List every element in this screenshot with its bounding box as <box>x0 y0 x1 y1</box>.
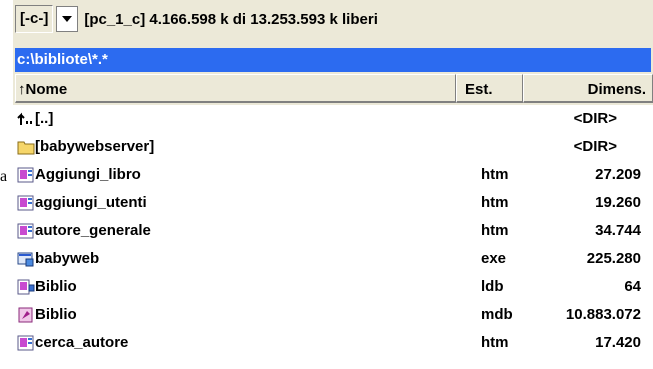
drive-button[interactable]: [-c-] <box>15 5 54 33</box>
folder-icon <box>17 141 35 155</box>
file-size: 10.883.072 <box>565 306 641 323</box>
file-ext: htm <box>481 222 509 239</box>
column-size-header[interactable]: Dimens. <box>523 74 653 103</box>
file-name: Biblio <box>35 306 77 323</box>
ldb-file-icon <box>17 279 35 295</box>
file-name: babyweb <box>35 250 100 267</box>
file-size: 225.280 <box>586 250 641 267</box>
file-size: 27.209 <box>595 166 641 183</box>
list-item[interactable]: [..] <DIR> <box>13 105 653 133</box>
list-item[interactable]: Aggiungi_libro htm 27.209 <box>13 161 653 189</box>
file-name: aggiungi_utenti <box>35 194 147 211</box>
html-file-icon <box>17 335 34 351</box>
file-name: Aggiungi_libro <box>35 166 141 183</box>
exe-file-icon <box>17 252 34 267</box>
file-size: <DIR> <box>573 110 617 127</box>
html-file-icon <box>17 195 34 211</box>
file-list: [..] <DIR> [babywebserver] <DIR> Aggiung… <box>13 105 653 369</box>
file-ext: htm <box>481 166 509 183</box>
file-panel: [-c-] [pc_1_c] 4.166.598 k di 13.253.593… <box>13 0 653 369</box>
file-name: cerca_autore <box>35 334 129 351</box>
file-name: autore_generale <box>35 222 151 239</box>
file-ext: ldb <box>481 278 504 295</box>
file-size: 34.744 <box>595 222 641 239</box>
list-item[interactable]: [babywebserver] <DIR> <box>13 133 653 161</box>
drive-free-space: [pc_1_c] 4.166.598 k di 13.253.593 k lib… <box>84 10 378 28</box>
column-ext-header[interactable]: Est. <box>456 74 523 103</box>
file-name: [..] <box>35 110 54 127</box>
file-size: 64 <box>624 278 641 295</box>
file-name: Biblio <box>35 278 77 295</box>
file-ext: mdb <box>481 306 513 323</box>
current-path[interactable]: c:\bibliote\*.* <box>15 48 651 72</box>
file-ext: htm <box>481 334 509 351</box>
list-item[interactable]: cerca_autore htm 17.420 <box>13 329 653 357</box>
file-name: [babywebserver] <box>35 138 155 155</box>
background-stray-text: a <box>0 168 8 185</box>
list-item[interactable]: autore_generale htm 34.744 <box>13 217 653 245</box>
html-file-icon <box>17 167 34 183</box>
drive-dropdown[interactable] <box>56 6 79 32</box>
file-ext: exe <box>481 250 507 267</box>
list-item[interactable]: aggiungi_utenti htm 19.260 <box>13 189 653 217</box>
up-folder-icon <box>17 112 32 125</box>
access-db-icon <box>18 307 33 323</box>
file-ext: htm <box>481 194 509 211</box>
list-item[interactable]: Biblio mdb 10.883.072 <box>13 301 653 329</box>
column-name-header[interactable]: ↑Nome <box>15 74 456 103</box>
drive-bar: [-c-] [pc_1_c] 4.166.598 k di 13.253.593… <box>13 2 653 36</box>
column-header: ↑Nome Est. Dimens. <box>15 74 653 105</box>
html-file-icon <box>17 223 34 239</box>
file-size: <DIR> <box>573 138 617 155</box>
list-item[interactable]: babyweb exe 225.280 <box>13 245 653 273</box>
file-size: 19.260 <box>595 194 641 211</box>
list-item[interactable]: Biblio ldb 64 <box>13 273 653 301</box>
file-size: 17.420 <box>595 334 641 351</box>
chevron-down-icon <box>62 16 73 22</box>
